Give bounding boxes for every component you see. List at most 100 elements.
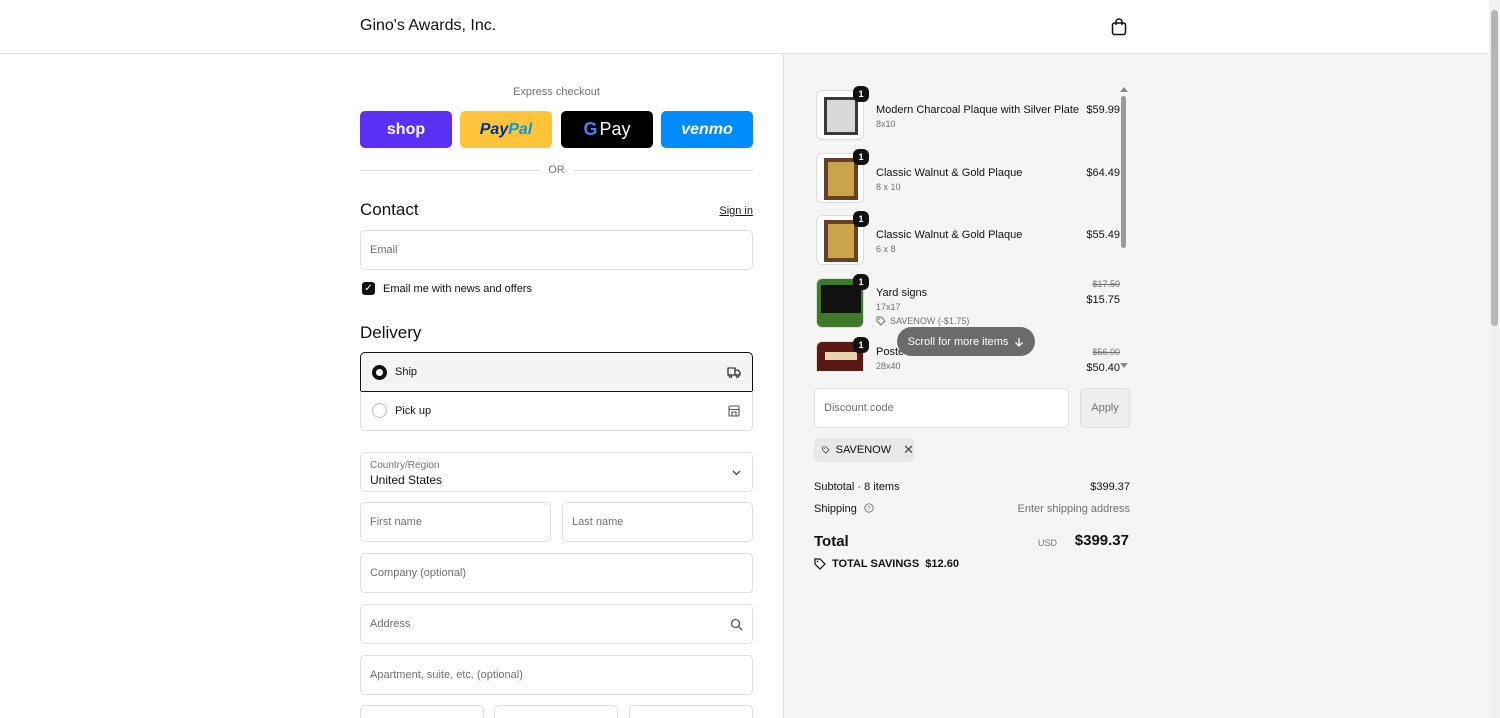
help-icon[interactable]: ? bbox=[864, 503, 874, 513]
zip-field[interactable] bbox=[629, 705, 753, 718]
shop-pay-label: shop bbox=[386, 120, 426, 138]
item-variant: 8x10 bbox=[876, 119, 896, 129]
item-name: Yard signs bbox=[876, 287, 928, 299]
contact-title: Contact bbox=[360, 200, 419, 219]
scroll-hint-label: Scroll for more items bbox=[907, 335, 1009, 348]
state-field[interactable] bbox=[494, 705, 618, 718]
last-name-field[interactable]: Last name bbox=[562, 502, 753, 542]
item-price: $64.49 bbox=[1086, 167, 1120, 179]
order-summary: 1 Modern Charcoal Plaque with Silver Pla… bbox=[783, 54, 1489, 718]
subtotal-value: $399.37 bbox=[1090, 481, 1130, 493]
scroll-up-arrow-icon[interactable] bbox=[1120, 87, 1128, 92]
tag-icon bbox=[876, 316, 886, 326]
items-scrollbar-thumb[interactable] bbox=[1121, 96, 1126, 248]
venmo-label: venmo bbox=[681, 120, 733, 138]
item-variant: 17x17 bbox=[876, 302, 901, 312]
express-checkout-label: Express checkout bbox=[513, 86, 600, 98]
first-name-placeholder: First name bbox=[370, 516, 422, 528]
item-discount: SAVENOW (-$1.75) bbox=[876, 316, 969, 326]
quantity-badge: 1 bbox=[853, 211, 869, 227]
item-price: $50.40 bbox=[1086, 362, 1120, 371]
subtotal-row: Subtotal · 8 items $399.37 bbox=[814, 481, 1130, 493]
apartment-field[interactable]: Apartment, suite, etc. (optional) bbox=[360, 655, 753, 695]
list-item: 1 Classic Walnut & Gold Plaque 8 x 10 $6… bbox=[814, 149, 1120, 209]
paypal-label-a: Pay bbox=[479, 120, 509, 138]
total-label: Total bbox=[814, 533, 849, 550]
shipping-row: Shipping ? Enter shipping address bbox=[814, 503, 1130, 515]
item-name: Classic Walnut & Gold Plaque bbox=[876, 167, 1023, 179]
delivery-option-ship[interactable]: Ship bbox=[360, 352, 753, 392]
or-text: OR bbox=[540, 164, 573, 176]
pickup-label: Pick up bbox=[395, 404, 432, 417]
item-price-original: $56.00 bbox=[1092, 347, 1120, 357]
address-field[interactable]: Address bbox=[360, 604, 753, 644]
paypal-label-b: Pal bbox=[508, 120, 533, 138]
item-name: Classic Walnut & Gold Plaque bbox=[876, 229, 1023, 241]
google-pay-label: Pay bbox=[599, 119, 631, 139]
quantity-badge: 1 bbox=[853, 149, 869, 165]
city-field[interactable] bbox=[360, 705, 484, 718]
country-value: United States bbox=[370, 473, 443, 487]
paypal-button[interactable]: Pay Pal bbox=[460, 111, 552, 148]
items-scrollbar[interactable] bbox=[1119, 87, 1128, 368]
tag-icon bbox=[822, 446, 830, 454]
checkout-form: Express checkout shop Pay Pal G Pay venmo … bbox=[360, 54, 753, 718]
apply-discount-button[interactable]: Apply bbox=[1080, 388, 1130, 428]
arrow-down-icon bbox=[1015, 337, 1024, 347]
page-scrollbar-thumb[interactable] bbox=[1491, 10, 1498, 326]
email-field[interactable]: Email bbox=[360, 230, 753, 270]
ship-label: Ship bbox=[395, 366, 418, 378]
item-variant: 28x40 bbox=[876, 361, 901, 371]
quantity-badge: 1 bbox=[853, 86, 869, 102]
page-scrollbar[interactable] bbox=[1489, 0, 1500, 718]
store-icon bbox=[728, 404, 740, 417]
apartment-placeholder: Apartment, suite, etc. (optional) bbox=[370, 669, 523, 681]
delivery-option-pickup[interactable]: Pick up bbox=[360, 391, 753, 431]
item-price: $55.49 bbox=[1086, 229, 1120, 241]
total-savings-label: TOTAL SAVINGS $12.60 bbox=[832, 558, 959, 570]
item-price: $15.75 bbox=[1086, 294, 1120, 306]
pickup-radio[interactable] bbox=[372, 403, 387, 418]
newsletter-checkbox[interactable]: ✓ bbox=[362, 282, 375, 295]
item-variant: 8 x 10 bbox=[876, 182, 901, 192]
ship-radio[interactable] bbox=[372, 364, 387, 380]
newsletter-label: Email me with news and offers bbox=[383, 283, 532, 295]
item-name: Modern Charcoal Plaque with Silver Plate bbox=[876, 104, 1079, 116]
company-placeholder: Company (optional) bbox=[370, 567, 466, 579]
list-item: 1 Yard signs 17x17 SAVENOW (-$1.75) $17.… bbox=[814, 274, 1120, 334]
scroll-down-arrow-icon[interactable] bbox=[1120, 363, 1128, 368]
venmo-button[interactable]: venmo bbox=[661, 111, 753, 148]
subtotal-label: Subtotal · 8 items bbox=[814, 481, 900, 493]
last-name-placeholder: Last name bbox=[572, 516, 624, 528]
tag-icon bbox=[814, 558, 826, 570]
applied-discount-chip: SAVENOW ✕ bbox=[814, 438, 914, 462]
item-price-original: $17.50 bbox=[1092, 279, 1120, 289]
list-item: 1 Modern Charcoal Plaque with Silver Pla… bbox=[814, 86, 1120, 146]
item-variant: 6 x 8 bbox=[876, 244, 896, 254]
total-savings: TOTAL SAVINGS $12.60 bbox=[814, 558, 959, 570]
svg-text:?: ? bbox=[867, 505, 870, 512]
sign-in-link[interactable]: Sign in bbox=[719, 205, 753, 217]
google-pay-button[interactable]: G Pay bbox=[561, 111, 653, 148]
remove-discount-icon[interactable]: ✕ bbox=[903, 442, 914, 458]
shopping-bag-icon[interactable] bbox=[1111, 18, 1127, 36]
chevron-down-icon bbox=[732, 470, 741, 476]
delivery-title: Delivery bbox=[360, 323, 422, 342]
shop-pay-button[interactable]: shop bbox=[360, 111, 452, 148]
truck-icon bbox=[727, 367, 741, 378]
total-value: $399.37 bbox=[1074, 532, 1129, 549]
first-name-field[interactable]: First name bbox=[360, 502, 551, 542]
discount-placeholder: Discount code bbox=[824, 402, 894, 414]
delivery-method-group: Ship Pick up bbox=[360, 352, 753, 431]
brand-name[interactable]: Gino's Awards, Inc. bbox=[360, 17, 496, 35]
address-placeholder: Address bbox=[370, 618, 411, 630]
discount-code-input[interactable]: Discount code bbox=[814, 388, 1069, 428]
google-g-logo: G bbox=[583, 119, 598, 139]
search-icon bbox=[730, 618, 743, 631]
applied-code-label: SAVENOW bbox=[835, 444, 892, 456]
scroll-for-more-button[interactable]: Scroll for more items bbox=[897, 327, 1035, 356]
company-field[interactable]: Company (optional) bbox=[360, 553, 753, 593]
quantity-badge: 1 bbox=[853, 337, 869, 353]
item-price: $59.99 bbox=[1086, 104, 1120, 116]
country-select[interactable]: Country/Region United States bbox=[360, 452, 753, 492]
